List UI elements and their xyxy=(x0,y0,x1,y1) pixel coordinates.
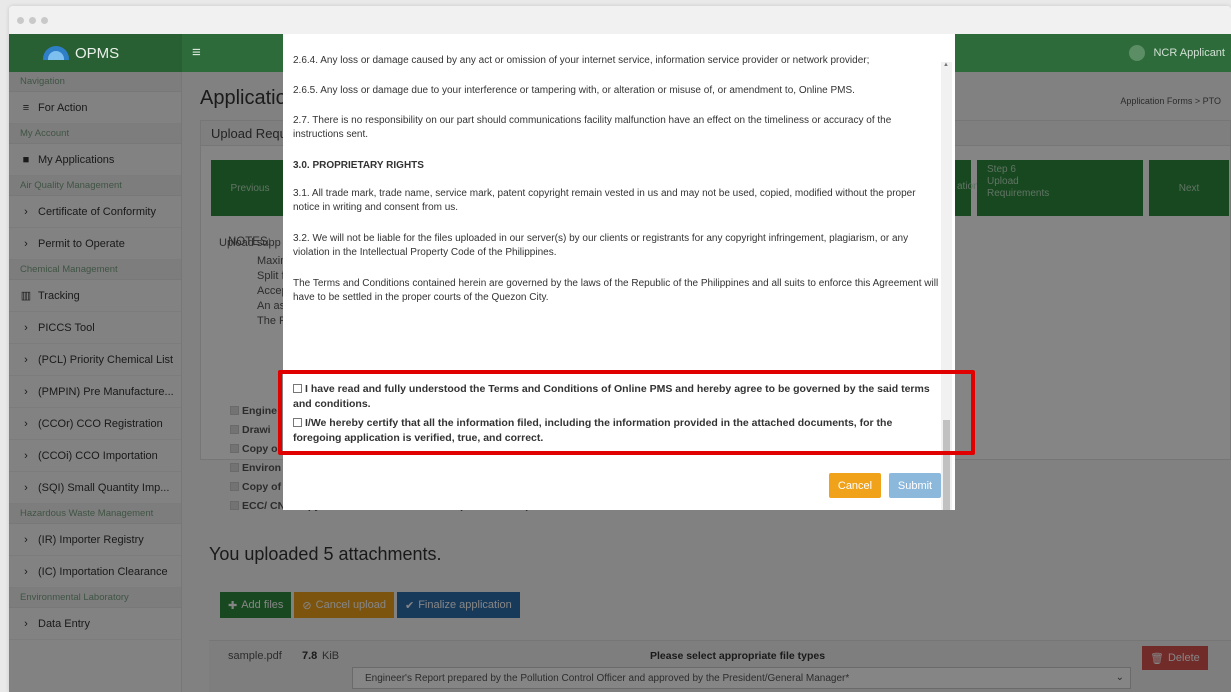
submit-button[interactable]: Submit xyxy=(889,473,941,498)
user-name: NCR Applicant xyxy=(1153,47,1225,59)
brand-name: OPMS xyxy=(75,44,120,62)
window-dot-icon[interactable] xyxy=(29,16,36,24)
terms-paragraph: 2.6.5. Any loss or damage due to your in… xyxy=(293,85,855,96)
brand[interactable]: OPMS xyxy=(9,34,182,72)
window-dot-icon[interactable] xyxy=(17,16,24,24)
opms-logo-icon xyxy=(43,46,69,60)
menu-toggle-icon[interactable]: ≡ xyxy=(192,44,201,61)
avatar xyxy=(1129,45,1146,61)
terms-paragraph: 3.1. All trade mark, trade name, service… xyxy=(293,188,916,213)
user-menu[interactable]: NCR Applicant xyxy=(1129,45,1225,61)
cancel-button[interactable]: Cancel xyxy=(829,473,881,498)
terms-paragraph: The Terms and Conditions contained herei… xyxy=(293,278,939,303)
window-chrome xyxy=(9,6,1231,34)
clipped-text-line xyxy=(293,34,939,37)
scroll-up-icon[interactable]: ▲ xyxy=(943,62,949,68)
terms-paragraph: 3.2. We will not be liable for the files… xyxy=(293,233,909,258)
terms-paragraph: 2.7. There is no responsibility on our p… xyxy=(293,115,892,140)
browser-window: OPMS ≡ NCR Applicant Navigation ≡ For Act… xyxy=(9,6,1231,692)
highlight-box xyxy=(278,370,975,455)
terms-paragraph: 2.6.4. Any loss or damage caused by any … xyxy=(293,55,870,66)
terms-section-heading: 3.0. PROPRIETARY RIGHTS xyxy=(293,160,424,171)
window-dot-icon[interactable] xyxy=(41,16,48,24)
